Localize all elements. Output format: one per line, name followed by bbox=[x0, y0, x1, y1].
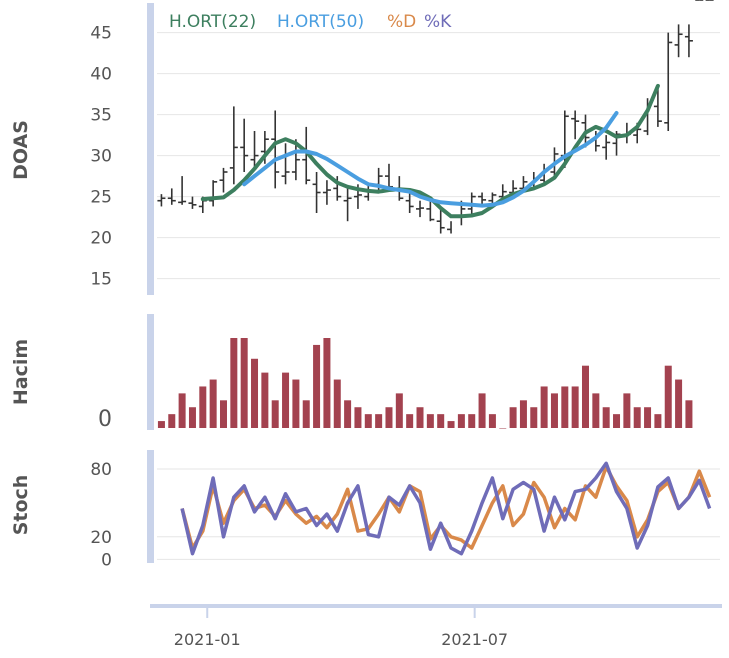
volume-bar bbox=[385, 407, 393, 428]
x-axis-ticks: 2021-01 2021-07 bbox=[174, 604, 508, 649]
volume-bar bbox=[375, 414, 383, 428]
legend-item-stoch-d[interactable]: %D bbox=[387, 12, 416, 32]
volume-bar bbox=[685, 400, 693, 428]
x-tick-label: 2021-01 bbox=[174, 630, 241, 649]
price-y-ticks: 15 20 25 30 35 40 45 bbox=[90, 24, 112, 290]
price-gridlines bbox=[157, 32, 720, 280]
volume-bar bbox=[157, 421, 165, 428]
legend-item-sma50[interactable]: H.ORT(50) bbox=[277, 12, 364, 32]
volume-bar bbox=[178, 393, 186, 428]
volume-bar bbox=[509, 407, 517, 428]
x-axis-band bbox=[150, 604, 722, 608]
volume-bar bbox=[313, 344, 321, 428]
volume-bar bbox=[323, 338, 331, 428]
volume-bar bbox=[395, 393, 403, 428]
volume-panel-title: Hacim bbox=[10, 339, 32, 405]
volume-axis-band bbox=[147, 314, 154, 430]
volume-bar bbox=[209, 379, 217, 428]
volume-bar bbox=[188, 407, 196, 428]
legend[interactable]: H.ORT(22) H.ORT(50) %D %K bbox=[169, 12, 452, 32]
price-y-tick-label: 20 bbox=[90, 229, 112, 249]
volume-bar bbox=[364, 414, 372, 428]
volume-bar bbox=[406, 414, 414, 428]
volume-bar bbox=[664, 365, 672, 428]
volume-bar bbox=[457, 414, 465, 428]
volume-y-tick-label: 0 bbox=[98, 407, 112, 432]
ohlc-bars bbox=[157, 0, 714, 234]
volume-bar bbox=[426, 414, 434, 428]
volume-bar bbox=[292, 379, 300, 428]
volume-bar bbox=[561, 386, 569, 428]
stoch-y-tick-label: 80 bbox=[90, 460, 112, 480]
volume-bar bbox=[540, 386, 548, 428]
stoch-y-ticks: 020 80 bbox=[90, 460, 112, 570]
volume-bar bbox=[354, 407, 362, 428]
volume-bar bbox=[550, 393, 558, 428]
volume-bar bbox=[644, 407, 652, 428]
volume-bar bbox=[168, 414, 176, 428]
sma50-line bbox=[242, 111, 619, 208]
volume-bar bbox=[675, 379, 683, 428]
volume-bar bbox=[581, 365, 589, 428]
volume-bar bbox=[240, 338, 248, 428]
volume-bar bbox=[488, 414, 496, 428]
volume-bar bbox=[261, 372, 269, 428]
stoch-y-tick-label: 0 bbox=[101, 550, 112, 570]
stoch-panel-title: Stoch bbox=[10, 475, 32, 536]
volume-bar bbox=[333, 379, 341, 428]
price-y-tick-label: 45 bbox=[90, 24, 112, 44]
legend-item-sma22[interactable]: H.ORT(22) bbox=[169, 12, 256, 32]
volume-bar bbox=[437, 414, 445, 428]
volume-bar bbox=[219, 400, 227, 428]
volume-bar bbox=[478, 393, 486, 428]
volume-bar bbox=[251, 358, 259, 428]
price-y-tick-label: 30 bbox=[90, 147, 112, 167]
volume-bar bbox=[230, 338, 238, 428]
volume-bar bbox=[271, 400, 279, 428]
stochastic-lines bbox=[180, 461, 712, 556]
price-axis-band bbox=[147, 3, 154, 295]
legend-item-stoch-k[interactable]: %K bbox=[424, 12, 452, 32]
volume-bar bbox=[519, 400, 527, 428]
stock-chart: DOAS Hacim Stoch 15202530354045 0 02080 … bbox=[10, 0, 722, 649]
volume-bar bbox=[302, 400, 310, 428]
volume-bar bbox=[633, 407, 641, 428]
volume-bar bbox=[654, 414, 662, 428]
price-y-tick-label: 15 bbox=[90, 270, 112, 290]
volume-bar bbox=[592, 393, 600, 428]
volume-bar bbox=[416, 407, 424, 428]
price-y-tick-label: 25 bbox=[90, 188, 112, 208]
volume-bar bbox=[447, 421, 455, 428]
x-tick-label: 2021-07 bbox=[441, 630, 508, 649]
volume-bar bbox=[282, 372, 290, 428]
volume-bar bbox=[199, 386, 207, 428]
stoch-y-tick-label: 20 bbox=[90, 528, 112, 548]
volume-bars bbox=[157, 338, 693, 429]
stoch-axis-band bbox=[147, 450, 154, 563]
volume-bar bbox=[468, 414, 476, 428]
volume-bar bbox=[344, 400, 352, 428]
price-y-tick-label: 40 bbox=[90, 65, 112, 85]
volume-bar bbox=[602, 407, 610, 428]
volume-bar bbox=[613, 414, 621, 428]
volume-bar bbox=[499, 428, 507, 429]
volume-bar bbox=[571, 386, 579, 428]
volume-bar bbox=[623, 393, 631, 428]
price-panel-title: DOAS bbox=[10, 120, 32, 180]
volume-y-ticks: 0 bbox=[98, 407, 112, 432]
volume-bar bbox=[530, 407, 538, 428]
price-y-tick-label: 35 bbox=[90, 106, 112, 126]
